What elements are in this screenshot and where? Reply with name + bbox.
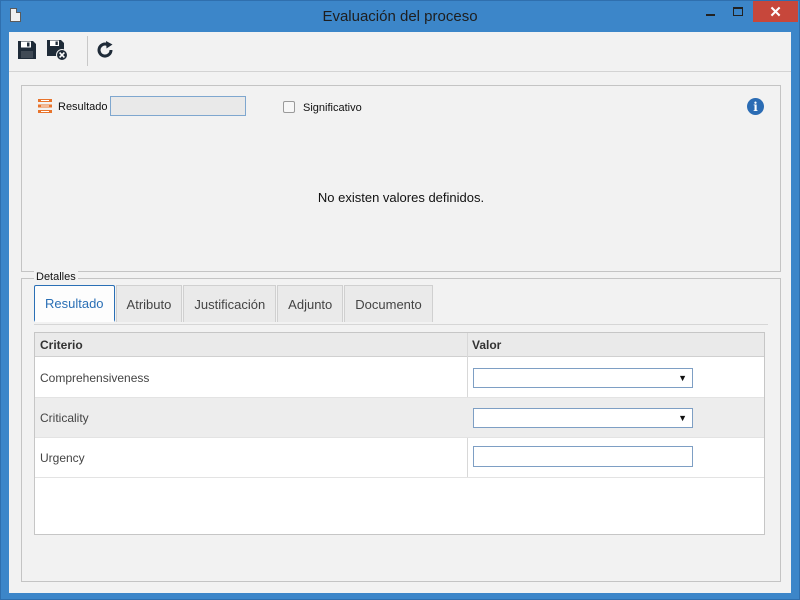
tab-adjunto[interactable]: Adjunto [277, 285, 344, 322]
refresh-icon [97, 41, 113, 58]
grid-header: Criterio Valor [35, 333, 764, 357]
close-button[interactable]: ✕ [753, 1, 798, 22]
toolbar [9, 32, 791, 72]
result-label: Resultado [58, 101, 108, 113]
tab-atributo[interactable]: Atributo [115, 285, 183, 322]
save-and-close-button[interactable] [45, 38, 69, 62]
close-icon: ✕ [769, 3, 782, 21]
dropdown-arrow-icon: ▼ [678, 373, 687, 383]
result-input[interactable] [110, 96, 246, 116]
result-icon [37, 98, 53, 114]
title-bar[interactable]: Evaluación del proceso ✕ [1, 1, 799, 32]
empty-message: No existen valores definidos. [317, 190, 485, 205]
comprehensiveness-select[interactable]: ▼ [473, 368, 693, 388]
tab-documento[interactable]: Documento [344, 285, 433, 322]
column-header-valor[interactable]: Valor [472, 338, 501, 352]
criticality-select[interactable]: ▼ [473, 408, 693, 428]
column-header-criterio[interactable]: Criterio [40, 338, 83, 352]
significant-label: Significativo [303, 102, 362, 114]
toolbar-separator [87, 36, 88, 66]
urgency-input[interactable] [473, 446, 693, 467]
maximize-button[interactable] [727, 1, 749, 22]
dropdown-arrow-icon: ▼ [678, 413, 687, 423]
table-row: Urgency [35, 438, 764, 478]
table-row: Comprehensiveness ▼ [35, 358, 764, 398]
window-content: Resultado Significativo i No existen val… [9, 32, 791, 593]
window-title: Evaluación del proceso [322, 8, 478, 25]
info-icon[interactable]: i [747, 98, 764, 115]
save-icon [18, 41, 36, 59]
save-and-close-icon [47, 40, 68, 61]
tabs-divider [34, 324, 768, 325]
tab-justificacion[interactable]: Justificación [183, 285, 277, 322]
minimize-button[interactable] [693, 1, 727, 22]
criteria-grid: Criterio Valor Comprehensiveness ▼ Criti… [34, 332, 765, 535]
criterion-label: Comprehensiveness [40, 371, 150, 385]
table-row: Criticality ▼ [35, 398, 764, 438]
minimize-icon [705, 13, 715, 16]
save-button[interactable] [15, 38, 39, 62]
app-window: Evaluación del proceso ✕ Resultado Signi… [0, 0, 800, 600]
maximize-icon [733, 7, 743, 16]
significant-checkbox[interactable] [283, 101, 295, 113]
details-legend: Detalles [34, 271, 78, 283]
result-panel: Resultado Significativo i No existen val… [21, 85, 781, 272]
refresh-button[interactable] [93, 38, 117, 62]
details-group: Detalles Resultado Atributo Justificació… [21, 271, 781, 582]
criterion-label: Urgency [40, 451, 85, 465]
tab-resultado[interactable]: Resultado [34, 285, 115, 322]
criterion-label: Criticality [40, 411, 89, 425]
details-tabs: Resultado Atributo Justificación Adjunto… [34, 285, 434, 322]
